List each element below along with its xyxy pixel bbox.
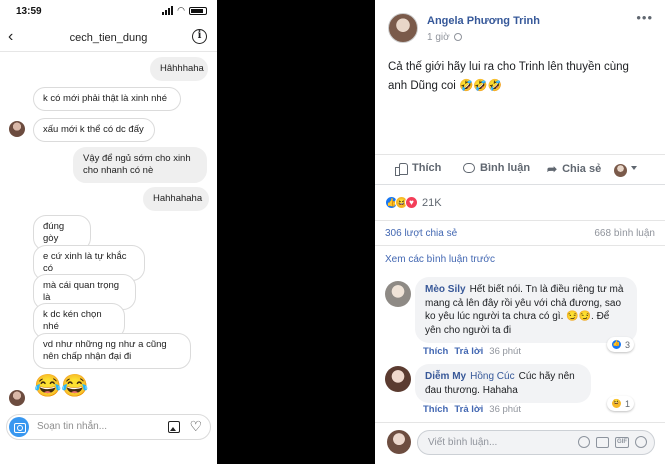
instagram-dm-panel: 13:59 ◠ ‹ cech_tien_dung i Hâhhhaha k có… [0,0,217,464]
battery-icon [189,6,207,15]
comments-count[interactable]: 668 bình luận [594,228,655,239]
comment-reaction-badge[interactable]: 👍 3 [607,337,635,352]
comment-time[interactable]: 36 phút [489,346,521,357]
avatar [9,121,25,137]
share-icon: ➦ [547,162,558,176]
post-actions: Thích Bình luận ➦ Chia sẻ [375,154,665,184]
message-sent: Vậy để ngủ sớm cho xinh cho nhanh có nè [73,147,207,183]
wifi-icon: ◠ [177,5,185,15]
post-time: 1 giờ [427,32,462,43]
message-sent: Hahhahaha [143,187,209,211]
heart-icon[interactable]: ♡ [189,418,202,435]
reactions-count: 21K [422,196,442,209]
author-avatar[interactable] [388,13,418,43]
badge-count: 1 [625,398,631,409]
view-previous-comments[interactable]: Xem các bình luận trước [385,254,495,265]
comment-icon [463,163,475,173]
avatar [9,390,25,406]
love-reaction-icon: ♥ [405,196,418,209]
sticker-icon[interactable] [635,436,647,448]
comment-label: Bình luận [480,162,531,174]
commenter-name-rest[interactable]: Hồng Cúc [470,371,514,382]
write-comment-input[interactable]: Viết bình luận... GIF [417,430,655,455]
commenter-name[interactable]: Diễm My [425,371,466,382]
chat-username[interactable]: cech_tien_dung [0,32,217,44]
write-comment-bar: Viết bình luận... GIF [375,422,665,464]
comment-reply-link[interactable]: Trả lời [454,346,483,357]
post-card: Angela Phương Trinh 1 giờ ••• Cả thế giớ… [375,0,665,185]
like-label: Thích [412,162,442,174]
avatar[interactable] [614,164,627,177]
message-input-bar[interactable]: Soạn tin nhắn... ♡ [6,414,211,440]
facebook-post-panel: Angela Phương Trinh 1 giờ ••• Cả thế giớ… [375,0,665,464]
comment-reply-link[interactable]: Trả lời [454,404,483,415]
haha-reaction-icon: 😆 [611,398,622,409]
comment-tools: GIF [578,436,647,448]
reactions-summary[interactable]: 👍 😆 ♥ 21K [385,196,442,209]
message-sent: Hâhhhaha [150,57,208,81]
gif-icon[interactable]: GIF [615,436,629,448]
dm-header: ‹ cech_tien_dung i [0,26,217,52]
comment-time[interactable]: 36 phút [489,404,521,415]
signal-icon [162,6,174,15]
commenter-avatar[interactable] [385,281,411,307]
comment-meta: Thích Trả lời 36 phút [423,346,521,357]
share-label: Chia sẻ [562,163,602,175]
status-icons: ◠ [162,5,207,16]
comment-meta: Thích Trả lời 36 phút [423,404,521,415]
message-received: vd như những ng như a cũng nên chấp nhận… [33,333,191,369]
comment-reaction-badge[interactable]: 😆 1 [607,396,635,411]
comment-placeholder: Viết bình luận... [428,437,498,448]
globe-icon [453,33,462,41]
comment-like-link[interactable]: Thích [423,404,448,415]
share-button[interactable]: ➦ Chia sẻ [547,162,601,176]
comment-like-link[interactable]: Thích [423,346,448,357]
camera-icon[interactable] [9,417,29,437]
commenter-avatar[interactable] [385,366,411,392]
like-button[interactable]: Thích [395,162,442,176]
smile-icon[interactable] [578,436,590,448]
post-text: Cả thế giới hãy lui ra cho Trinh lên thu… [388,61,629,92]
comment-button[interactable]: Bình luận [463,162,530,174]
info-icon[interactable]: i [192,29,207,44]
caret-down-icon[interactable] [631,166,637,170]
commenter-name[interactable]: Mèo Sily [425,284,466,295]
badge-count: 3 [625,339,631,350]
comment-bubble: Diễm My Hồng Cúc Cúc hãy nên đau thương. H… [415,364,591,403]
avatar [387,430,411,454]
more-options-icon[interactable]: ••• [636,10,653,25]
status-time: 13:59 [16,6,42,17]
shares-count[interactable]: 306 lượt chia sẻ [385,228,457,239]
message-received: k có mới phải thật là xinh nhé [33,87,181,111]
message-received: xấu mới k thể có dc đấy [33,118,155,142]
post-time-text[interactable]: 1 giờ [427,32,450,43]
like-reaction-icon: 👍 [611,339,622,350]
status-bar: 13:59 ◠ [0,0,217,22]
camera-icon[interactable] [596,436,609,448]
author-name[interactable]: Angela Phương Trinh [427,15,540,27]
thumbs-up-icon [395,162,408,176]
post-stats: 306 lượt chia sẻ 668 bình luận [375,220,665,246]
comment-bubble: Mèo Sily Hết biết nói. Tn là điều riêng t… [415,277,637,343]
emoji-reply: 😂😂 [34,373,89,398]
gallery-icon[interactable] [168,421,180,433]
message-input[interactable]: Soạn tin nhắn... [37,421,107,432]
